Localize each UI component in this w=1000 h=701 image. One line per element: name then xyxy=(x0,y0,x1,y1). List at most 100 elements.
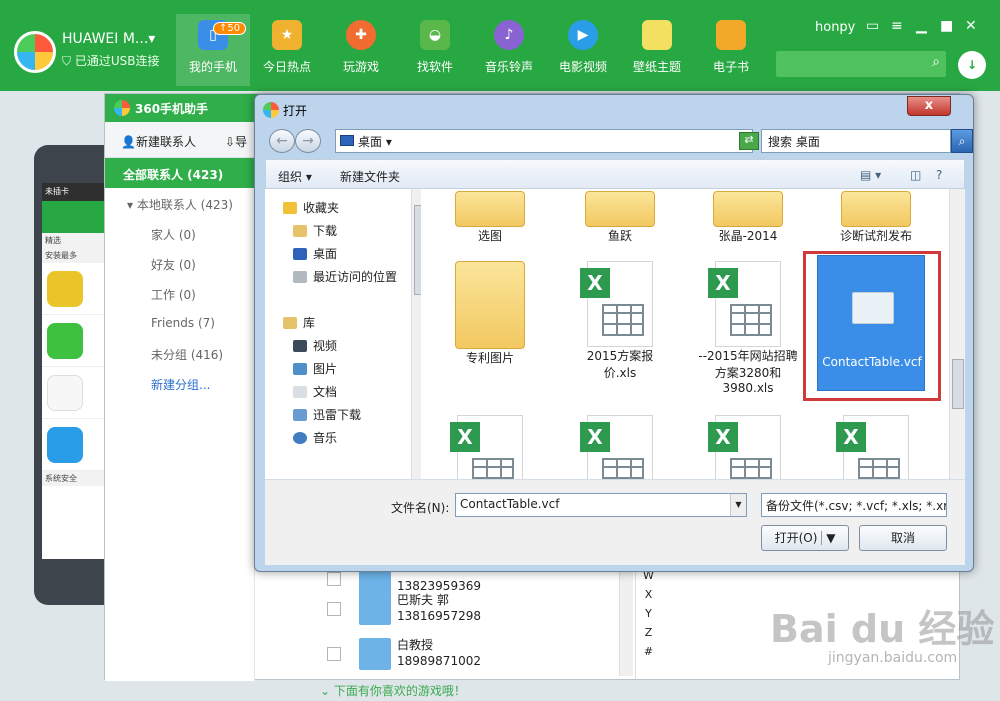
sidebar-item-group[interactable]: 家人 (0) xyxy=(105,218,254,248)
tree-recent[interactable]: 最近访问的位置 xyxy=(293,268,397,285)
tree-pictures[interactable]: 图片 xyxy=(293,360,337,377)
baidu-watermark-url: jingyan.baidu.com xyxy=(828,650,958,666)
dialog-footer xyxy=(265,479,965,565)
contact-scrollbar[interactable] xyxy=(619,564,633,676)
top-search-input[interactable]: ⌕ xyxy=(776,51,946,77)
xls-file-item[interactable]: X xyxy=(817,415,935,479)
nav-music[interactable]: ♪ 音乐铃声 xyxy=(472,14,546,86)
search-icon[interactable]: ⌕ xyxy=(951,129,973,153)
xls-file-item[interactable]: X xyxy=(689,415,807,479)
sidebar-item-group[interactable]: 未分组 (416) xyxy=(105,338,254,368)
sidebar-item-group[interactable]: 好友 (0) xyxy=(105,248,254,278)
cancel-button[interactable]: 取消 xyxy=(859,525,947,551)
open-button[interactable]: 打开(O) ▼ xyxy=(761,525,849,551)
alpha-letter[interactable]: Y xyxy=(636,607,661,626)
menu-icon[interactable]: ≡ xyxy=(891,18,903,34)
new-group-link[interactable]: 新建分组... xyxy=(105,368,254,398)
download-folder-icon xyxy=(293,225,307,237)
preview-pane-icon[interactable]: ◫ xyxy=(910,168,921,182)
new-contact-button[interactable]: 👤新建联系人 xyxy=(121,133,196,150)
library-icon xyxy=(283,317,297,329)
row-checkbox[interactable] xyxy=(327,602,341,616)
feedback-icon[interactable]: ▭ xyxy=(866,18,879,34)
xls-file-item[interactable]: X xyxy=(561,415,679,479)
nav-video[interactable]: ▶ 电影视频 xyxy=(546,14,620,86)
phone-app-row xyxy=(42,367,108,419)
play-icon: ▶ xyxy=(568,20,598,50)
search-icon[interactable]: ⌕ xyxy=(932,54,940,70)
scrollbar-thumb[interactable] xyxy=(952,359,964,409)
xls-file-item[interactable]: X 2015方案报价.xls xyxy=(561,261,679,381)
row-checkbox[interactable] xyxy=(327,647,341,661)
refresh-icon[interactable]: ⇄ xyxy=(739,132,759,150)
user-name[interactable]: honpy xyxy=(815,20,855,35)
location-field[interactable]: 桌面 ▾ ▼ xyxy=(335,129,753,153)
folder-item[interactable]: 鱼跃 xyxy=(561,191,679,244)
search-input[interactable]: 搜索 桌面 xyxy=(761,129,951,153)
tree-favorites[interactable]: 收藏夹 xyxy=(283,199,339,216)
table-row[interactable]: 白教授 18989871002 xyxy=(307,634,627,679)
tree-desktop[interactable]: 桌面 xyxy=(293,245,337,262)
nav-label: 今日热点 xyxy=(262,60,311,74)
xls-file-item[interactable]: X --2015年网站招聘方案3280和3980.xls xyxy=(689,261,807,395)
alpha-letter[interactable]: # xyxy=(636,645,661,664)
alpha-letter[interactable]: X xyxy=(636,588,661,607)
alphabet-index: W X Y Z # xyxy=(635,569,661,679)
maximize-icon[interactable]: ■ xyxy=(940,18,953,34)
sidebar-item-group[interactable]: Friends (7) xyxy=(105,308,254,338)
nav-wallpaper[interactable]: 壁纸主题 xyxy=(620,14,694,86)
table-row[interactable]: 巴斯夫 郭 13816957298 xyxy=(307,589,627,634)
filename-input[interactable]: ContactTable.vcf ▼ xyxy=(455,493,747,517)
contact-name: 白教授 xyxy=(397,638,434,652)
import-button[interactable]: ⇩导 xyxy=(225,133,247,150)
excel-icon: X xyxy=(450,415,523,479)
contact-phone: 13816957298 xyxy=(397,609,481,623)
tree-documents[interactable]: 文档 xyxy=(293,383,337,400)
filetype-select[interactable]: 备份文件(*.csv; *.vcf; *.xls; *.xr xyxy=(761,493,947,517)
folder-item[interactable]: 张晶-2014 xyxy=(689,191,807,244)
view-icon[interactable]: ▤ ▾ xyxy=(860,168,881,182)
nav-games[interactable]: ✚ 玩游戏 xyxy=(324,14,398,86)
folder-item[interactable]: 专利图片 xyxy=(431,261,549,366)
sidebar-item-group[interactable]: 工作 (0) xyxy=(105,278,254,308)
nav-software[interactable]: ◒ 找软件 xyxy=(398,14,472,86)
download-icon[interactable]: ↓ xyxy=(958,51,986,79)
back-icon[interactable]: ← xyxy=(269,129,295,153)
forward-icon[interactable]: → xyxy=(295,129,321,153)
xls-file-item[interactable]: X xyxy=(431,415,549,479)
close-icon[interactable]: ✕ xyxy=(965,18,977,34)
nav-ebook[interactable]: 电子书 xyxy=(694,14,768,86)
sidebar-item-local[interactable]: ▾ 本地联系人 (423) xyxy=(105,188,254,218)
open-file-dialog: 打开 x ← → 桌面 ▾ ▼ ⇄ 搜索 桌面 ⌕ 组织 ▾ 新建文件夹 ▤ ▾… xyxy=(254,94,974,572)
device-name[interactable]: HUAWEI M...▾ xyxy=(62,31,155,47)
nav-label: 找软件 xyxy=(416,60,453,74)
desktop-icon xyxy=(293,248,307,260)
organize-button[interactable]: 组织 ▾ xyxy=(278,168,312,185)
tree-library[interactable]: 库 xyxy=(283,314,315,331)
nav-hot[interactable]: ★ 今日热点 xyxy=(250,14,324,86)
tree-music[interactable]: 音乐 xyxy=(293,429,337,446)
promo-link[interactable]: ⌄ 下面有你喜欢的游戏哦！ xyxy=(320,682,466,699)
tree-downloads[interactable]: 下载 xyxy=(293,222,337,239)
minimize-icon[interactable]: ▁ xyxy=(916,18,927,34)
row-checkbox[interactable] xyxy=(327,572,341,586)
new-folder-button[interactable]: 新建文件夹 xyxy=(340,168,400,185)
tree-thunder[interactable]: 迅雷下载 xyxy=(293,406,361,423)
alpha-letter[interactable]: Z xyxy=(636,626,661,645)
chevron-down-icon[interactable]: ▼ xyxy=(730,494,746,516)
command-bar: 组织 ▾ 新建文件夹 ▤ ▾ ◫ ? xyxy=(265,159,965,189)
nav-label: 电影视频 xyxy=(558,60,607,74)
tree-videos[interactable]: 视频 xyxy=(293,337,337,354)
dialog-close-button[interactable]: x xyxy=(907,96,951,116)
sidebar-item-all[interactable]: 全部联系人 (423) xyxy=(105,158,254,188)
address-bar: ← → 桌面 ▾ ▼ ⇄ 搜索 桌面 ⌕ xyxy=(265,127,973,155)
phone-header xyxy=(42,201,108,233)
folder-item[interactable]: 选图 xyxy=(431,191,549,244)
help-icon[interactable]: ? xyxy=(936,168,942,182)
android-icon: ◒ xyxy=(420,20,450,50)
file-list-scrollbar[interactable] xyxy=(949,189,965,479)
folder-item[interactable]: 诊断试剂发布 xyxy=(817,191,935,244)
picture-icon xyxy=(293,363,307,375)
recent-places-icon xyxy=(293,271,307,283)
phone-app-row xyxy=(42,419,108,471)
